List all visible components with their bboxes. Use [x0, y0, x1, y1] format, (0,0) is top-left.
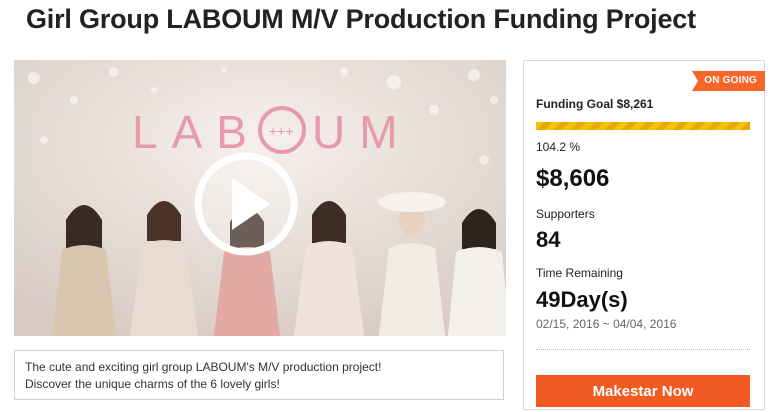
time-remaining-value: 49Day(s): [536, 287, 628, 312]
description-line: Discover the unique charms of the 6 love…: [25, 377, 280, 391]
funding-progress-bar: [536, 122, 750, 130]
status-badge: ON GOING: [692, 71, 765, 91]
svg-text:+++: +++: [269, 123, 294, 139]
svg-text:LAB: LAB: [132, 106, 261, 158]
funding-percent: 104.2 %: [536, 140, 581, 154]
time-remaining-label: Time Remaining: [536, 266, 623, 280]
funding-goal: Funding Goal $8,261: [536, 97, 654, 111]
funding-panel: ON GOING Funding Goal $8,261 104.2 % $8,…: [523, 60, 765, 410]
funding-progress-fill: [536, 122, 750, 130]
video-player[interactable]: LAB +++ UM: [14, 60, 506, 336]
page-title: Girl Group LABOUM M/V Production Funding…: [26, 4, 696, 34]
makestar-now-button[interactable]: Makestar Now: [536, 375, 750, 407]
video-thumbnail: LAB +++ UM: [14, 60, 506, 336]
funded-amount: $8,606: [536, 165, 610, 192]
description-line: The cute and exciting girl group LABOUM'…: [25, 360, 382, 374]
divider: [536, 349, 750, 350]
supporters-count: 84: [536, 227, 561, 252]
supporters-label: Supporters: [536, 207, 595, 221]
funding-date-range: 02/15, 2016 ~ 04/04, 2016: [536, 317, 677, 331]
project-description: The cute and exciting girl group LABOUM'…: [14, 350, 504, 400]
play-icon[interactable]: [194, 152, 298, 256]
svg-text:UM: UM: [312, 106, 412, 158]
